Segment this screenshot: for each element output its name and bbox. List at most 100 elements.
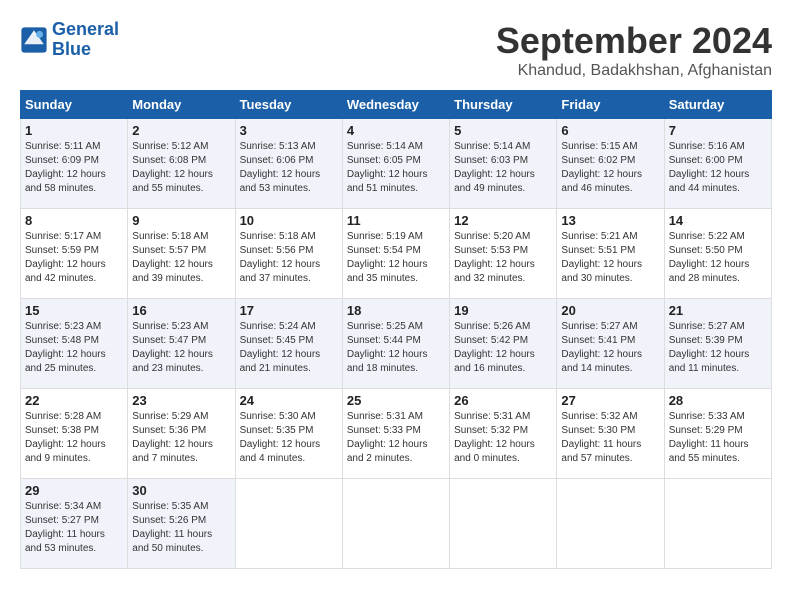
table-row: 14 Sunrise: 5:22 AMSunset: 5:50 PMDayligh… xyxy=(664,209,771,299)
table-row xyxy=(557,479,664,569)
calendar-body: 1 Sunrise: 5:11 AMSunset: 6:09 PMDaylight… xyxy=(21,119,772,569)
logo-line1: General xyxy=(52,19,119,39)
day-number: 15 xyxy=(25,303,123,318)
logo-text: General Blue xyxy=(52,20,119,60)
day-number: 24 xyxy=(240,393,338,408)
day-info: Sunrise: 5:19 AMSunset: 5:54 PMDaylight:… xyxy=(347,231,428,284)
table-row xyxy=(235,479,342,569)
day-info: Sunrise: 5:23 AMSunset: 5:47 PMDaylight:… xyxy=(132,321,213,374)
col-saturday: Saturday xyxy=(664,91,771,119)
day-number: 3 xyxy=(240,123,338,138)
day-number: 10 xyxy=(240,213,338,228)
title-block: September 2024 Khandud, Badakhshan, Afgh… xyxy=(496,20,772,80)
day-info: Sunrise: 5:31 AMSunset: 5:33 PMDaylight:… xyxy=(347,411,428,464)
day-info: Sunrise: 5:18 AMSunset: 5:57 PMDaylight:… xyxy=(132,231,213,284)
day-number: 25 xyxy=(347,393,445,408)
table-row: 29Sunrise: 5:34 AMSunset: 5:27 PMDayligh… xyxy=(21,479,128,569)
day-info: Sunrise: 5:30 AMSunset: 5:35 PMDaylight:… xyxy=(240,411,321,464)
table-row xyxy=(450,479,557,569)
day-number: 30 xyxy=(132,483,230,498)
table-row: 18 Sunrise: 5:25 AMSunset: 5:44 PMDayligh… xyxy=(342,299,449,389)
calendar-header: Sunday Monday Tuesday Wednesday Thursday… xyxy=(21,91,772,119)
table-row: 20Sunrise: 5:27 AMSunset: 5:41 PMDayligh… xyxy=(557,299,664,389)
day-info: Sunrise: 5:25 AMSunset: 5:44 PMDaylight:… xyxy=(347,321,428,374)
day-info: Sunrise: 5:17 AMSunset: 5:59 PMDaylight:… xyxy=(25,231,106,284)
day-number: 13 xyxy=(561,213,659,228)
table-row xyxy=(664,479,771,569)
day-info: Sunrise: 5:26 AMSunset: 5:42 PMDaylight:… xyxy=(454,321,535,374)
col-sunday: Sunday xyxy=(21,91,128,119)
day-number: 23 xyxy=(132,393,230,408)
day-info: Sunrise: 5:23 AMSunset: 5:48 PMDaylight:… xyxy=(25,321,106,374)
day-info: Sunrise: 5:35 AMSunset: 5:26 PMDaylight:… xyxy=(132,501,212,554)
day-info: Sunrise: 5:32 AMSunset: 5:30 PMDaylight:… xyxy=(561,411,641,464)
day-info: Sunrise: 5:14 AMSunset: 6:03 PMDaylight:… xyxy=(454,141,535,194)
calendar-table: Sunday Monday Tuesday Wednesday Thursday… xyxy=(20,90,772,569)
table-row: 10 Sunrise: 5:18 AMSunset: 5:56 PMDayligh… xyxy=(235,209,342,299)
table-row: 1 Sunrise: 5:11 AMSunset: 6:09 PMDaylight… xyxy=(21,119,128,209)
table-row: 24 Sunrise: 5:30 AMSunset: 5:35 PMDayligh… xyxy=(235,389,342,479)
table-row: 12Sunrise: 5:20 AMSunset: 5:53 PMDayligh… xyxy=(450,209,557,299)
day-number: 18 xyxy=(347,303,445,318)
day-info: Sunrise: 5:24 AMSunset: 5:45 PMDaylight:… xyxy=(240,321,321,374)
logo-line2: Blue xyxy=(52,39,91,59)
day-number: 14 xyxy=(669,213,767,228)
day-info: Sunrise: 5:34 AMSunset: 5:27 PMDaylight:… xyxy=(25,501,105,554)
day-info: Sunrise: 5:29 AMSunset: 5:36 PMDaylight:… xyxy=(132,411,213,464)
table-row: 4 Sunrise: 5:14 AMSunset: 6:05 PMDaylight… xyxy=(342,119,449,209)
col-monday: Monday xyxy=(128,91,235,119)
logo-icon xyxy=(20,26,48,54)
day-number: 11 xyxy=(347,213,445,228)
table-row: 16 Sunrise: 5:23 AMSunset: 5:47 PMDayligh… xyxy=(128,299,235,389)
day-number: 19 xyxy=(454,303,552,318)
day-info: Sunrise: 5:11 AMSunset: 6:09 PMDaylight:… xyxy=(25,141,106,194)
day-number: 22 xyxy=(25,393,123,408)
day-number: 4 xyxy=(347,123,445,138)
col-wednesday: Wednesday xyxy=(342,91,449,119)
day-info: Sunrise: 5:18 AMSunset: 5:56 PMDaylight:… xyxy=(240,231,321,284)
col-tuesday: Tuesday xyxy=(235,91,342,119)
table-row: 6 Sunrise: 5:15 AMSunset: 6:02 PMDaylight… xyxy=(557,119,664,209)
day-number: 8 xyxy=(25,213,123,228)
day-number: 1 xyxy=(25,123,123,138)
day-number: 21 xyxy=(669,303,767,318)
day-info: Sunrise: 5:22 AMSunset: 5:50 PMDaylight:… xyxy=(669,231,750,284)
day-number: 28 xyxy=(669,393,767,408)
day-number: 12 xyxy=(454,213,552,228)
day-number: 6 xyxy=(561,123,659,138)
day-number: 2 xyxy=(132,123,230,138)
table-row: 23 Sunrise: 5:29 AMSunset: 5:36 PMDayligh… xyxy=(128,389,235,479)
table-row: 7 Sunrise: 5:16 AMSunset: 6:00 PMDaylight… xyxy=(664,119,771,209)
table-row: 3 Sunrise: 5:13 AMSunset: 6:06 PMDaylight… xyxy=(235,119,342,209)
day-number: 16 xyxy=(132,303,230,318)
table-row: 21 Sunrise: 5:27 AMSunset: 5:39 PMDayligh… xyxy=(664,299,771,389)
day-number: 9 xyxy=(132,213,230,228)
table-row: 30 Sunrise: 5:35 AMSunset: 5:26 PMDayligh… xyxy=(128,479,235,569)
day-info: Sunrise: 5:13 AMSunset: 6:06 PMDaylight:… xyxy=(240,141,321,194)
day-info: Sunrise: 5:15 AMSunset: 6:02 PMDaylight:… xyxy=(561,141,642,194)
day-info: Sunrise: 5:21 AMSunset: 5:51 PMDaylight:… xyxy=(561,231,642,284)
table-row: 2 Sunrise: 5:12 AMSunset: 6:08 PMDaylight… xyxy=(128,119,235,209)
day-number: 26 xyxy=(454,393,552,408)
month-title: September 2024 xyxy=(496,20,772,62)
table-row: 8 Sunrise: 5:17 AMSunset: 5:59 PMDaylight… xyxy=(21,209,128,299)
table-row: 13 Sunrise: 5:21 AMSunset: 5:51 PMDayligh… xyxy=(557,209,664,299)
day-number: 7 xyxy=(669,123,767,138)
day-info: Sunrise: 5:28 AMSunset: 5:38 PMDaylight:… xyxy=(25,411,106,464)
day-info: Sunrise: 5:33 AMSunset: 5:29 PMDaylight:… xyxy=(669,411,749,464)
day-info: Sunrise: 5:14 AMSunset: 6:05 PMDaylight:… xyxy=(347,141,428,194)
day-info: Sunrise: 5:16 AMSunset: 6:00 PMDaylight:… xyxy=(669,141,750,194)
table-row: 27 Sunrise: 5:32 AMSunset: 5:30 PMDayligh… xyxy=(557,389,664,479)
logo: General Blue xyxy=(20,20,119,60)
day-number: 27 xyxy=(561,393,659,408)
table-row: 19 Sunrise: 5:26 AMSunset: 5:42 PMDayligh… xyxy=(450,299,557,389)
day-info: Sunrise: 5:31 AMSunset: 5:32 PMDaylight:… xyxy=(454,411,535,464)
col-thursday: Thursday xyxy=(450,91,557,119)
day-info: Sunrise: 5:27 AMSunset: 5:39 PMDaylight:… xyxy=(669,321,750,374)
table-row: 26 Sunrise: 5:31 AMSunset: 5:32 PMDayligh… xyxy=(450,389,557,479)
table-row: 5Sunrise: 5:14 AMSunset: 6:03 PMDaylight… xyxy=(450,119,557,209)
table-row: 28 Sunrise: 5:33 AMSunset: 5:29 PMDayligh… xyxy=(664,389,771,479)
table-row: 11 Sunrise: 5:19 AMSunset: 5:54 PMDayligh… xyxy=(342,209,449,299)
location-subtitle: Khandud, Badakhshan, Afghanistan xyxy=(496,62,772,80)
day-info: Sunrise: 5:12 AMSunset: 6:08 PMDaylight:… xyxy=(132,141,213,194)
